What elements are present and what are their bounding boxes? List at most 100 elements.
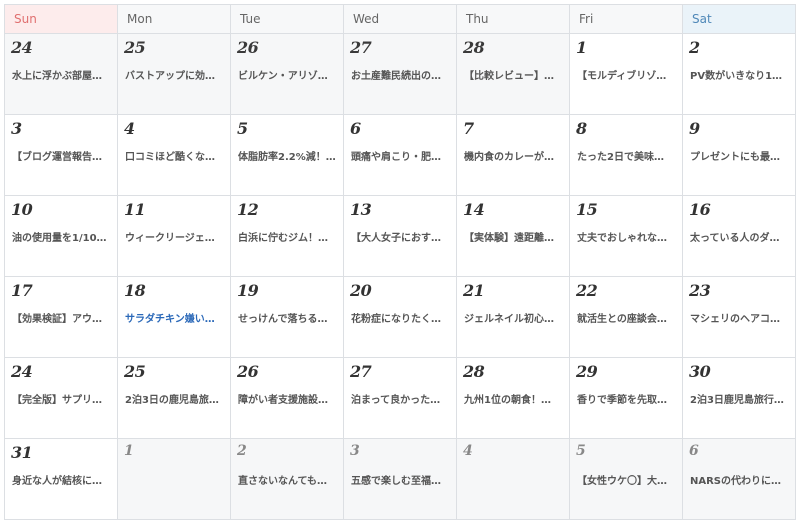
post-title-link[interactable]: 香りで季節を先取… (577, 391, 678, 406)
day-number: 6 (689, 443, 699, 459)
post-title-link[interactable]: 機内食のカレーが… (464, 148, 565, 163)
calendar-day-cell: 26 ビルケン・アリゾ… (231, 34, 344, 115)
post-title-link[interactable]: 2泊3日の鹿児島旅… (125, 391, 226, 406)
post-title-link[interactable]: 丈夫でおしゃれな… (577, 229, 678, 244)
day-number: 12 (237, 200, 259, 219)
day-number: 24 (11, 38, 33, 57)
post-title-link[interactable]: ビルケン・アリゾ… (238, 67, 339, 82)
post-title-link[interactable]: サラダチキン嫌い… (125, 310, 226, 325)
calendar-day-cell: 3 五感で楽しむ至福… (344, 439, 457, 520)
calendar-day-cell: 10 油の使用量を1/10… (5, 196, 118, 277)
day-number: 28 (463, 38, 485, 57)
post-title-link[interactable]: バストアップに効… (125, 67, 226, 82)
calendar-day-cell: 4 口コミほど酷くな… (118, 115, 231, 196)
calendar-week-row: 3 【ブログ運営報告… 4 口コミほど酷くな… 5 体脂肪率2.2%減！… 6 頭痛や肩こり・… (5, 115, 796, 196)
day-number: 1 (124, 443, 134, 459)
calendar-day-cell: 9 プレゼントにも最… (683, 115, 796, 196)
post-title-link[interactable]: 泊まって良かった… (351, 391, 452, 406)
calendar-day-cell: 7 機内食のカレーが… (457, 115, 570, 196)
day-number: 7 (463, 119, 474, 138)
calendar-day-cell: 5 【女性ウケ〇】大… (570, 439, 683, 520)
calendar-day-cell: 29 香りで季節を先取… (570, 358, 683, 439)
calendar-day-cell: 31 身近な人が結核に… (5, 439, 118, 520)
post-title-link[interactable]: たった2日で美味… (577, 148, 678, 163)
post-title-link[interactable]: 太っている人のダ… (690, 229, 791, 244)
post-title-link[interactable]: 【モルディブリゾ… (577, 67, 678, 82)
day-number: 4 (124, 119, 135, 138)
post-title-link[interactable]: 【効果検証】アウ… (12, 310, 113, 325)
calendar-day-cell: 1 (118, 439, 231, 520)
post-title-link[interactable]: 【女性ウケ〇】大… (577, 472, 678, 487)
post-title-link[interactable]: 障がい者支援施設… (238, 391, 339, 406)
post-title-link[interactable]: 【大人女子におす… (351, 229, 452, 244)
post-title-link[interactable]: 五感で楽しむ至福… (351, 472, 452, 487)
post-title-link[interactable]: 【完全版】サプリ… (12, 391, 113, 406)
post-title-link[interactable]: せっけんで落ちる… (238, 310, 339, 325)
day-number: 5 (237, 119, 248, 138)
post-title-link[interactable]: 2泊3日鹿児島旅行… (690, 391, 791, 406)
day-number: 9 (689, 119, 700, 138)
post-title-link[interactable]: 九州1位の朝食！… (464, 391, 565, 406)
calendar-day-cell: 14 【実体験】遠距離… (457, 196, 570, 277)
day-number: 14 (463, 200, 485, 219)
calendar-day-cell: 15 丈夫でおしゃれな… (570, 196, 683, 277)
day-number: 2 (689, 38, 700, 57)
post-title-link[interactable]: 就活生との座談会… (577, 310, 678, 325)
weekday-header-row: Sun Mon Tue Wed Thu Fri Sat (5, 5, 796, 34)
day-number: 22 (576, 281, 598, 300)
post-title-link[interactable]: 体脂肪率2.2%減！… (238, 148, 339, 163)
calendar-day-cell: 2 直さないなんても… (231, 439, 344, 520)
post-title-link[interactable]: 白浜に佇むジム！… (238, 229, 339, 244)
day-number: 1 (576, 38, 587, 57)
day-number: 20 (350, 281, 372, 300)
calendar-day-cell: 5 体脂肪率2.2%減！… (231, 115, 344, 196)
day-number: 3 (11, 119, 22, 138)
post-title-link[interactable]: PV数がいきなり1… (690, 67, 791, 82)
day-number: 27 (350, 38, 372, 57)
calendar-day-cell: 24 水上に浮かぶ部屋… (5, 34, 118, 115)
post-title-link[interactable]: 直さないなんても… (238, 472, 339, 487)
day-number: 15 (576, 200, 598, 219)
day-number: 8 (576, 119, 587, 138)
calendar-day-cell: 24 【完全版】サプリ… (5, 358, 118, 439)
calendar-day-cell: 18 サラダチキン嫌い… (118, 277, 231, 358)
calendar-day-cell: 27 お土産難民続出の… (344, 34, 457, 115)
calendar-day-cell: 11 ウィークリージェ… (118, 196, 231, 277)
post-title-link[interactable]: 口コミほど酷くな… (125, 148, 226, 163)
post-title-link[interactable]: 【比較レビュー】… (464, 67, 565, 82)
post-title-link[interactable]: 頭痛や肩こり・肥… (351, 148, 452, 163)
day-number: 25 (124, 362, 146, 381)
calendar-week-row: 17 【効果検証】アウ… 18 サラダチキン嫌い… 19 せっけんで落ちる… 20 花粉症にな… (5, 277, 796, 358)
post-title-link[interactable]: 【ブログ運営報告… (12, 148, 113, 163)
calendar-day-cell: 16 太っている人のダ… (683, 196, 796, 277)
post-title-link[interactable]: 花粉症になりたく… (351, 310, 452, 325)
day-number: 24 (11, 362, 33, 381)
post-title-link[interactable]: ウィークリージェ… (125, 229, 226, 244)
calendar-day-cell: 17 【効果検証】アウ… (5, 277, 118, 358)
weekday-header-fri: Fri (570, 5, 683, 34)
day-number: 27 (350, 362, 372, 381)
day-number: 26 (237, 38, 259, 57)
calendar-day-cell: 28 九州1位の朝食！… (457, 358, 570, 439)
day-number: 23 (689, 281, 711, 300)
post-title-link[interactable]: マシェリのヘアコ… (690, 310, 791, 325)
post-title-link[interactable]: 【実体験】遠距離… (464, 229, 565, 244)
calendar-day-cell: 20 花粉症になりたく… (344, 277, 457, 358)
weekday-header-tue: Tue (231, 5, 344, 34)
calendar-day-cell: 3 【ブログ運営報告… (5, 115, 118, 196)
calendar-day-cell: 25 バストアップに効… (118, 34, 231, 115)
post-title-link[interactable]: お土産難民続出の… (351, 67, 452, 82)
calendar-weeks: 24 水上に浮かぶ部屋… 25 バストアップに効… 26 ビルケン・アリゾ… 27 お土産難民… (5, 34, 796, 520)
calendar-day-cell: 4 (457, 439, 570, 520)
post-title-link[interactable]: プレゼントにも最… (690, 148, 791, 163)
post-title-link[interactable]: NARSの代わりに… (690, 472, 791, 487)
calendar-day-cell: 26 障がい者支援施設… (231, 358, 344, 439)
calendar-week-row: 24 水上に浮かぶ部屋… 25 バストアップに効… 26 ビルケン・アリゾ… 27 お土産難民… (5, 34, 796, 115)
day-number: 5 (576, 443, 586, 459)
post-title-link[interactable]: 身近な人が結核に… (12, 472, 113, 487)
post-title-link[interactable]: 油の使用量を1/10… (12, 229, 113, 244)
post-title-link[interactable]: 水上に浮かぶ部屋… (12, 67, 113, 82)
day-number: 21 (463, 281, 485, 300)
calendar-week-row: 10 油の使用量を1/10… 11 ウィークリージェ… 12 白浜に佇むジム！… 13 【大人… (5, 196, 796, 277)
post-title-link[interactable]: ジェルネイル初心… (464, 310, 565, 325)
